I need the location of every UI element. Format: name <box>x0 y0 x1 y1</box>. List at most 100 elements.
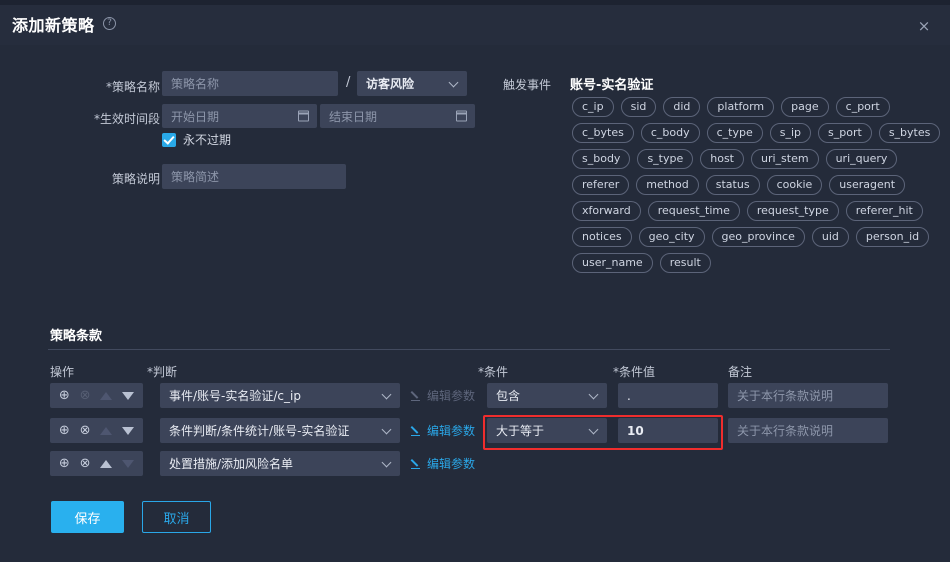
condition-select[interactable]: 包含 <box>487 383 607 408</box>
chevron-down-icon <box>588 424 599 434</box>
chevron-down-icon <box>381 424 392 434</box>
policy-name-input[interactable] <box>162 71 338 96</box>
event-field-tag[interactable]: c_body <box>640 123 700 143</box>
trigger-event-tags: c_ip sid did platform page c_port c_bytes c_bod… <box>572 97 944 273</box>
remove-row-icon[interactable]: ⊗ <box>80 424 91 437</box>
condition-value: 包含 <box>496 389 521 403</box>
remove-row-icon[interactable]: ⊗ <box>80 389 91 402</box>
edit-params-label: 编辑参数 <box>427 389 476 403</box>
calendar-icon <box>298 110 309 122</box>
policy-desc-input[interactable] <box>162 164 346 189</box>
event-field-tag[interactable]: uid <box>811 227 849 247</box>
start-date-placeholder: 开始日期 <box>171 109 220 124</box>
move-up-icon[interactable] <box>100 391 113 400</box>
section-title-terms: 策略条款 <box>50 329 103 344</box>
event-field-tag[interactable]: c_bytes <box>572 123 634 143</box>
judgment-select[interactable]: 处置措施/添加风险名单 <box>160 451 400 476</box>
event-field-tag[interactable]: c_port <box>835 97 890 117</box>
edit-params-label: 编辑参数 <box>427 457 476 471</box>
event-field-tag[interactable]: useragent <box>829 175 906 195</box>
pencil-icon <box>411 425 422 436</box>
event-field-tag[interactable]: person_id <box>855 227 930 247</box>
never-expire-label: 永不过期 <box>183 133 232 147</box>
remove-row-icon[interactable]: ⊗ <box>80 457 91 470</box>
column-header-judgment: *判断 <box>147 365 178 379</box>
event-field-tag[interactable]: notices <box>572 227 632 247</box>
trigger-event-value: 账号-实名验证 <box>570 78 654 93</box>
cancel-button[interactable]: 取消 <box>142 501 211 533</box>
trigger-event-label: 触发事件 <box>503 78 552 92</box>
event-field-tag[interactable]: geo_city <box>638 227 705 247</box>
edit-params-link[interactable]: 编辑参数 <box>411 418 475 443</box>
event-field-tag[interactable]: sid <box>620 97 657 117</box>
judgment-select[interactable]: 条件判断/条件统计/账号-实名验证 <box>160 418 400 443</box>
edit-params-label: 编辑参数 <box>427 424 476 438</box>
name-separator: / <box>346 75 351 90</box>
event-field-tag[interactable]: request_time <box>647 201 740 221</box>
event-field-tag[interactable]: result <box>659 253 711 273</box>
move-up-icon[interactable] <box>100 426 113 435</box>
policy-name-label: *策略名称 <box>105 80 160 94</box>
event-field-tag[interactable]: s_port <box>818 123 872 143</box>
edit-params-link[interactable]: 编辑参数 <box>411 451 475 476</box>
never-expire-row[interactable]: 永不过期 <box>162 131 231 148</box>
help-icon[interactable]: ? <box>103 17 116 30</box>
judgment-select[interactable]: 事件/账号-实名验证/c_ip <box>160 383 400 408</box>
condition-value-input[interactable] <box>618 418 718 443</box>
event-field-tag[interactable]: did <box>663 97 701 117</box>
event-field-tag[interactable]: host <box>700 149 744 169</box>
add-policy-dialog: 添加新策略 ? × *策略名称 / 访客风险 *生效时间段 开始日期 结束日期 … <box>0 0 950 562</box>
pencil-icon <box>411 458 422 469</box>
event-field-tag[interactable]: xforward <box>572 201 641 221</box>
move-up-icon[interactable] <box>100 459 113 468</box>
condition-value: 大于等于 <box>496 424 545 438</box>
remark-input[interactable] <box>728 418 888 443</box>
move-down-icon[interactable] <box>122 426 135 435</box>
event-field-tag[interactable]: platform <box>707 97 775 117</box>
column-header-condition-value: *条件值 <box>613 365 656 379</box>
start-date-input[interactable]: 开始日期 <box>162 104 317 128</box>
never-expire-checkbox[interactable] <box>162 132 176 147</box>
section-divider <box>48 349 890 350</box>
event-field-tag[interactable]: cookie <box>766 175 823 195</box>
move-down-icon[interactable] <box>122 391 135 400</box>
event-field-tag[interactable]: request_type <box>746 201 839 221</box>
event-field-tag[interactable]: referer <box>572 175 630 195</box>
condition-select[interactable]: 大于等于 <box>487 418 607 443</box>
close-icon[interactable]: × <box>916 18 932 34</box>
event-field-tag[interactable]: c_ip <box>572 97 614 117</box>
event-field-tag[interactable]: s_body <box>572 149 631 169</box>
condition-value-input[interactable] <box>618 383 718 408</box>
end-date-placeholder: 结束日期 <box>329 109 378 124</box>
judgment-value: 事件/账号-实名验证/c_ip <box>169 389 301 403</box>
event-field-tag[interactable]: method <box>636 175 699 195</box>
row-operations: ⊕ ⊗ <box>50 418 143 443</box>
judgment-value: 处置措施/添加风险名单 <box>169 457 294 471</box>
chevron-down-icon <box>448 77 459 87</box>
move-down-icon[interactable] <box>122 459 135 468</box>
page-title: 添加新策略 <box>12 16 95 35</box>
event-field-tag[interactable]: referer_hit <box>845 201 923 221</box>
event-field-tag[interactable]: status <box>705 175 760 195</box>
event-field-tag[interactable]: user_name <box>572 253 653 273</box>
event-field-tag[interactable]: s_type <box>637 149 694 169</box>
add-row-icon[interactable]: ⊕ <box>59 457 70 470</box>
add-row-icon[interactable]: ⊕ <box>59 424 70 437</box>
calendar-icon <box>456 110 467 122</box>
judgment-value: 条件判断/条件统计/账号-实名验证 <box>169 424 350 438</box>
add-row-icon[interactable]: ⊕ <box>59 389 70 402</box>
remark-input[interactable] <box>728 383 888 408</box>
chevron-down-icon <box>381 389 392 399</box>
event-field-tag[interactable]: uri_stem <box>751 149 819 169</box>
event-field-tag[interactable]: uri_query <box>825 149 898 169</box>
chevron-down-icon <box>588 389 599 399</box>
event-field-tag[interactable]: s_ip <box>769 123 812 143</box>
event-field-tag[interactable]: s_bytes <box>878 123 941 143</box>
dialog-header: 添加新策略 ? × <box>0 5 950 45</box>
event-field-tag[interactable]: page <box>781 97 829 117</box>
save-button[interactable]: 保存 <box>51 501 124 533</box>
event-field-tag[interactable]: c_type <box>706 123 763 143</box>
event-field-tag[interactable]: geo_province <box>711 227 805 247</box>
end-date-input[interactable]: 结束日期 <box>320 104 475 128</box>
policy-category-select[interactable]: 访客风险 <box>357 71 467 96</box>
